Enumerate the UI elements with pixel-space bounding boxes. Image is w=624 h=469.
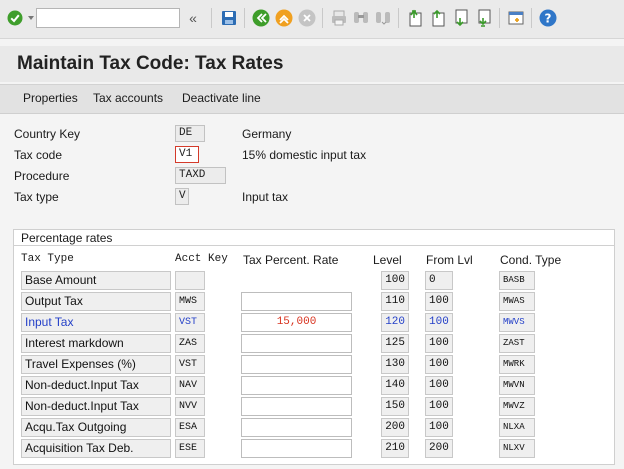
cond-type-cell: MWVS [499,313,535,332]
procedure-field[interactable]: TAXD [175,167,226,184]
from-lvl-cell: 100 [425,397,453,416]
rate-input[interactable] [241,439,352,458]
tax-type-description: Input tax [242,190,289,204]
from-lvl-cell: 0 [425,271,453,290]
rate-input[interactable] [241,292,352,311]
toolbar-separator [499,8,500,28]
tax-code-field[interactable]: V1 [175,146,199,163]
level-cell: 210 [381,439,409,458]
from-lvl-cell: 100 [425,313,453,332]
toolbar-separator [211,8,212,28]
level-cell: 110 [381,292,409,311]
country-name-text: Germany [242,127,292,141]
cond-type-cell: MWVN [499,376,535,395]
cond-type-cell: ZAST [499,334,535,353]
level-cell: 125 [381,334,409,353]
collapse-icon[interactable]: « [184,9,202,27]
cond-type-cell: MWVZ [499,397,535,416]
exit-icon[interactable] [275,9,293,27]
col-header-rate: Tax Percent. Rate [243,253,339,267]
toolbar-separator [531,8,532,28]
tax-type-cell: Acqu.Tax Outgoing [21,418,171,437]
acct-key-cell: VST [175,313,205,332]
system-toolbar: « ? [0,0,624,39]
tax-type-label: Tax type [14,190,59,204]
level-cell: 100 [381,271,409,290]
rate-input[interactable] [241,418,352,437]
from-lvl-cell: 100 [425,418,453,437]
col-header-level: Level [373,253,402,267]
tax-type-cell: Interest markdown [21,334,171,353]
properties-button[interactable]: Properties [23,91,78,105]
tax-code-description: 15% domestic input tax [242,148,367,162]
svg-text:?: ? [545,12,552,26]
find-next-icon[interactable] [374,9,392,27]
level-cell: 120 [381,313,409,332]
country-key-field[interactable]: DE [175,125,205,142]
first-page-icon[interactable] [406,9,424,27]
acct-key-cell: ZAS [175,334,205,353]
level-cell: 140 [381,376,409,395]
toolbar-separator [398,8,399,28]
rate-input[interactable] [241,355,352,374]
toolbar-separator [244,8,245,28]
rate-input[interactable] [241,397,352,416]
tax-type-cell: Travel Expenses (%) [21,355,171,374]
col-header-acct-key: Acct Key [175,253,228,265]
tax-type-cell: Non-deduct.Input Tax [21,376,171,395]
from-lvl-cell: 100 [425,376,453,395]
tax-type-field[interactable]: V [175,188,189,205]
tax-type-cell: Output Tax [21,292,171,311]
cond-type-cell: MWRK [499,355,535,374]
level-cell: 150 [381,397,409,416]
group-divider [13,245,615,246]
rate-input[interactable]: 15,000 [241,313,352,332]
level-cell: 130 [381,355,409,374]
from-lvl-cell: 100 [425,292,453,311]
acct-key-cell: MWS [175,292,205,311]
last-page-icon[interactable] [475,9,493,27]
cancel-icon[interactable] [298,9,316,27]
rate-input[interactable] [241,376,352,395]
acct-key-cell: ESA [175,418,205,437]
tax-accounts-button[interactable]: Tax accounts [93,91,163,105]
deactivate-line-button[interactable]: Deactivate line [182,91,261,105]
procedure-label: Procedure [14,169,70,183]
cond-type-cell: MWAS [499,292,535,311]
acct-key-cell: NVV [175,397,205,416]
next-page-icon[interactable] [452,9,470,27]
command-field[interactable] [36,8,180,28]
tax-type-cell: Acquisition Tax Deb. [21,439,171,458]
col-header-tax-type: Tax Type [21,253,74,265]
from-lvl-cell: 200 [425,439,453,458]
col-header-from-lvl: From Lvl [426,253,473,267]
acct-key-cell [175,271,205,290]
country-key-label: Country Key [14,127,81,141]
tax-type-cell: Base Amount [21,271,171,290]
cond-type-cell: BASB [499,271,535,290]
help-icon[interactable]: ? [539,9,557,27]
level-cell: 200 [381,418,409,437]
acct-key-cell: VST [175,355,205,374]
previous-page-icon[interactable] [429,9,447,27]
tax-type-cell: Input Tax [21,313,171,332]
group-title: Percentage rates [21,231,113,245]
page-title: Maintain Tax Code: Tax Rates [17,53,284,74]
tax-type-cell: Non-deduct.Input Tax [21,397,171,416]
find-icon[interactable] [352,9,370,27]
col-header-cond-type: Cond. Type [500,253,562,267]
print-icon[interactable] [330,9,348,27]
cond-type-cell: NLXA [499,418,535,437]
acct-key-cell: ESE [175,439,205,458]
rate-input[interactable] [241,334,352,353]
cond-type-cell: NLXV [499,439,535,458]
save-icon[interactable] [220,9,238,27]
from-lvl-cell: 100 [425,355,453,374]
acct-key-cell: NAV [175,376,205,395]
tax-code-label: Tax code [14,148,63,162]
toolbar-separator [322,8,323,28]
new-session-icon[interactable] [507,9,525,27]
from-lvl-cell: 100 [425,334,453,353]
back-icon[interactable] [252,9,270,27]
